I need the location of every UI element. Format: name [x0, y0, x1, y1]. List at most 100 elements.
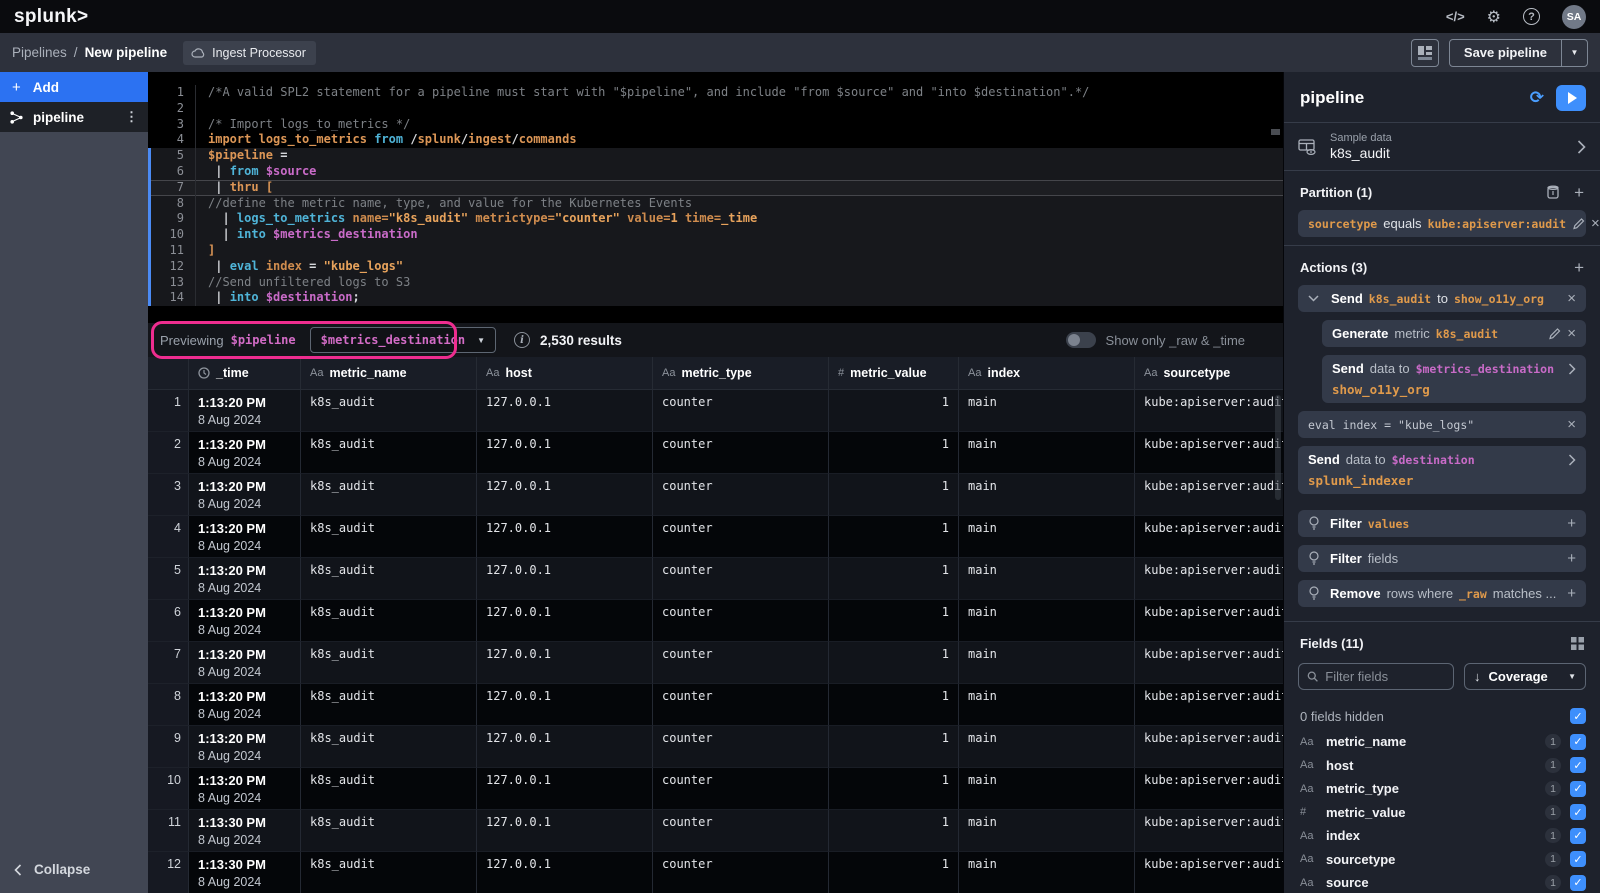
- destination-dropdown[interactable]: $metrics_destination ▼: [310, 327, 496, 353]
- kebab-menu-icon[interactable]: ⋮: [125, 109, 138, 125]
- cell-metric-name: k8s_audit: [300, 642, 476, 684]
- table-row[interactable]: 71:13:20 PM8 Aug 2024k8s_audit127.0.0.1c…: [148, 642, 1283, 684]
- code-line[interactable]: 3/* Import logs_to_metrics */: [148, 117, 1283, 133]
- column-header-index[interactable]: Aaindex: [958, 357, 1134, 389]
- layout-toggle-button[interactable]: [1411, 39, 1439, 67]
- sync-icon[interactable]: ⟳: [1530, 88, 1544, 108]
- add-suggestion-icon[interactable]: +: [1567, 585, 1576, 602]
- action-eval-card[interactable]: eval index = "kube_logs" ×: [1298, 411, 1586, 438]
- remove-action-icon[interactable]: ×: [1567, 416, 1576, 433]
- field-row[interactable]: Aasourcetype1✓: [1284, 848, 1600, 872]
- code-line[interactable]: 11]: [148, 243, 1283, 259]
- table-row[interactable]: 31:13:20 PM8 Aug 2024k8s_audit127.0.0.1c…: [148, 474, 1283, 516]
- field-row[interactable]: Aametric_type1✓: [1284, 777, 1600, 801]
- code-line[interactable]: 7 | thru [: [148, 180, 1283, 196]
- filter-fields-searchbox[interactable]: [1298, 663, 1454, 690]
- sidebar-item-pipeline[interactable]: pipeline ⋮: [0, 102, 148, 132]
- breadcrumb-pipelines[interactable]: Pipelines: [12, 45, 67, 60]
- table-row[interactable]: 121:13:30 PM8 Aug 2024k8s_audit127.0.0.1…: [148, 852, 1283, 893]
- save-pipeline-button[interactable]: Save pipeline: [1450, 40, 1561, 66]
- table-row[interactable]: 51:13:20 PM8 Aug 2024k8s_audit127.0.0.1c…: [148, 558, 1283, 600]
- remove-action-icon[interactable]: ×: [1567, 325, 1576, 342]
- editor-scrollbar[interactable]: [1271, 129, 1280, 135]
- action-send-group-card[interactable]: Send k8s_audit to show_o11y_org ×: [1298, 285, 1586, 312]
- chevron-down-icon[interactable]: [1308, 295, 1319, 302]
- code-line[interactable]: 13//Send unfiltered logs to S3: [148, 275, 1283, 291]
- code-line[interactable]: 14 | into $destination;: [148, 290, 1283, 306]
- code-line[interactable]: 5$pipeline =: [148, 148, 1283, 164]
- field-row[interactable]: Aametric_name1✓: [1284, 730, 1600, 754]
- table-row[interactable]: 91:13:20 PM8 Aug 2024k8s_audit127.0.0.1c…: [148, 726, 1283, 768]
- field-checkbox[interactable]: ✓: [1570, 828, 1586, 844]
- cell-metric-name: k8s_audit: [300, 474, 476, 516]
- info-icon[interactable]: i: [514, 332, 530, 348]
- table-row[interactable]: 81:13:20 PM8 Aug 2024k8s_audit127.0.0.1c…: [148, 684, 1283, 726]
- table-scrollbar[interactable]: [1275, 395, 1281, 500]
- code-line[interactable]: 12 | eval index = "kube_logs": [148, 259, 1283, 275]
- field-row[interactable]: Aaindex1✓: [1284, 824, 1600, 848]
- code-line[interactable]: 10 | into $metrics_destination: [148, 227, 1283, 243]
- table-row[interactable]: 11:13:20 PM8 Aug 2024k8s_audit127.0.0.1c…: [148, 390, 1283, 432]
- remove-partition-icon[interactable]: ×: [1591, 215, 1600, 232]
- column-header-sourcetype[interactable]: Aasourcetype: [1134, 357, 1283, 389]
- column-header-host[interactable]: Aahost: [476, 357, 652, 389]
- pipeline-variable: $pipeline: [231, 333, 296, 347]
- column-header-metric_value[interactable]: #metric_value: [828, 357, 958, 389]
- field-checkbox[interactable]: ✓: [1570, 851, 1586, 867]
- partition-bucket-icon[interactable]: [1546, 185, 1560, 200]
- actions-header: Actions (3): [1300, 260, 1367, 275]
- table-row[interactable]: 61:13:20 PM8 Aug 2024k8s_audit127.0.0.1c…: [148, 600, 1283, 642]
- code-editor[interactable]: 1/*A valid SPL2 statement for a pipeline…: [148, 72, 1283, 323]
- collapse-button[interactable]: Collapse: [14, 862, 90, 877]
- code-line[interactable]: 9 | logs_to_metrics name="k8s_audit" met…: [148, 211, 1283, 227]
- field-checkbox[interactable]: ✓: [1570, 757, 1586, 773]
- cell-index: main: [958, 684, 1134, 726]
- add-action-icon[interactable]: +: [1574, 259, 1584, 276]
- field-checkbox[interactable]: ✓: [1570, 734, 1586, 750]
- add-button[interactable]: + Add: [0, 72, 148, 102]
- remove-action-icon[interactable]: ×: [1567, 290, 1576, 307]
- gear-icon[interactable]: ⚙: [1487, 7, 1501, 26]
- table-row[interactable]: 111:13:30 PM8 Aug 2024k8s_audit127.0.0.1…: [148, 810, 1283, 852]
- field-checkbox[interactable]: ✓: [1570, 804, 1586, 820]
- run-preview-button[interactable]: [1556, 85, 1586, 111]
- code-line[interactable]: 4import logs_to_metrics from /splunk/ing…: [148, 132, 1283, 148]
- column-header-metric_type[interactable]: Aametric_type: [652, 357, 828, 389]
- save-pipeline-caret[interactable]: ▼: [1561, 40, 1587, 66]
- partition-card[interactable]: sourcetype equals kube:apiserver:audit ×: [1298, 210, 1586, 237]
- sample-data-row[interactable]: Sample data k8s_audit: [1284, 123, 1600, 171]
- field-row[interactable]: Aasource1✓: [1284, 871, 1600, 893]
- add-suggestion-icon[interactable]: +: [1567, 550, 1576, 567]
- coverage-dropdown[interactable]: ↓ Coverage ▼: [1464, 663, 1586, 690]
- code-icon[interactable]: </>: [1446, 9, 1465, 24]
- edit-icon[interactable]: [1548, 327, 1561, 340]
- code-line[interactable]: 1/*A valid SPL2 statement for a pipeline…: [148, 85, 1283, 101]
- column-header-metric_name[interactable]: Aametric_name: [300, 357, 476, 389]
- toggle-all-checkbox[interactable]: ✓: [1570, 708, 1586, 724]
- field-checkbox[interactable]: ✓: [1570, 781, 1586, 797]
- action-send-metrics-card[interactable]: Send data to $metrics_destination show_o…: [1322, 355, 1586, 403]
- add-partition-icon[interactable]: +: [1574, 184, 1584, 201]
- code-line[interactable]: 6 | from $source: [148, 164, 1283, 180]
- suggestion-remove-rows[interactable]: Remove rows where _raw matches ... +: [1298, 580, 1586, 607]
- filter-fields-input[interactable]: [1325, 669, 1445, 684]
- suggestion-filter-values[interactable]: Filter values +: [1298, 510, 1586, 537]
- field-row[interactable]: Aahost1✓: [1284, 754, 1600, 778]
- help-icon[interactable]: ?: [1523, 8, 1540, 25]
- action-generate-metric-card[interactable]: Generate metric k8s_audit ×: [1322, 320, 1586, 347]
- avatar[interactable]: SA: [1562, 5, 1586, 29]
- show-raw-toggle[interactable]: [1066, 332, 1096, 348]
- table-row[interactable]: 21:13:20 PM8 Aug 2024k8s_audit127.0.0.1c…: [148, 432, 1283, 474]
- suggestion-filter-fields[interactable]: Filter fields +: [1298, 545, 1586, 572]
- table-row[interactable]: 41:13:20 PM8 Aug 2024k8s_audit127.0.0.1c…: [148, 516, 1283, 558]
- code-line[interactable]: 8//define the metric name, type, and val…: [148, 196, 1283, 212]
- table-row[interactable]: 101:13:20 PM8 Aug 2024k8s_audit127.0.0.1…: [148, 768, 1283, 810]
- action-send-destination-card[interactable]: Send data to $destination splunk_indexer: [1298, 446, 1586, 494]
- add-suggestion-icon[interactable]: +: [1567, 515, 1576, 532]
- code-line[interactable]: 2: [148, 101, 1283, 117]
- field-row[interactable]: #metric_value1✓: [1284, 801, 1600, 825]
- edit-icon[interactable]: [1572, 217, 1585, 230]
- column-header-_time[interactable]: _time: [188, 357, 300, 389]
- field-checkbox[interactable]: ✓: [1570, 875, 1586, 891]
- grid-view-icon[interactable]: [1571, 637, 1584, 650]
